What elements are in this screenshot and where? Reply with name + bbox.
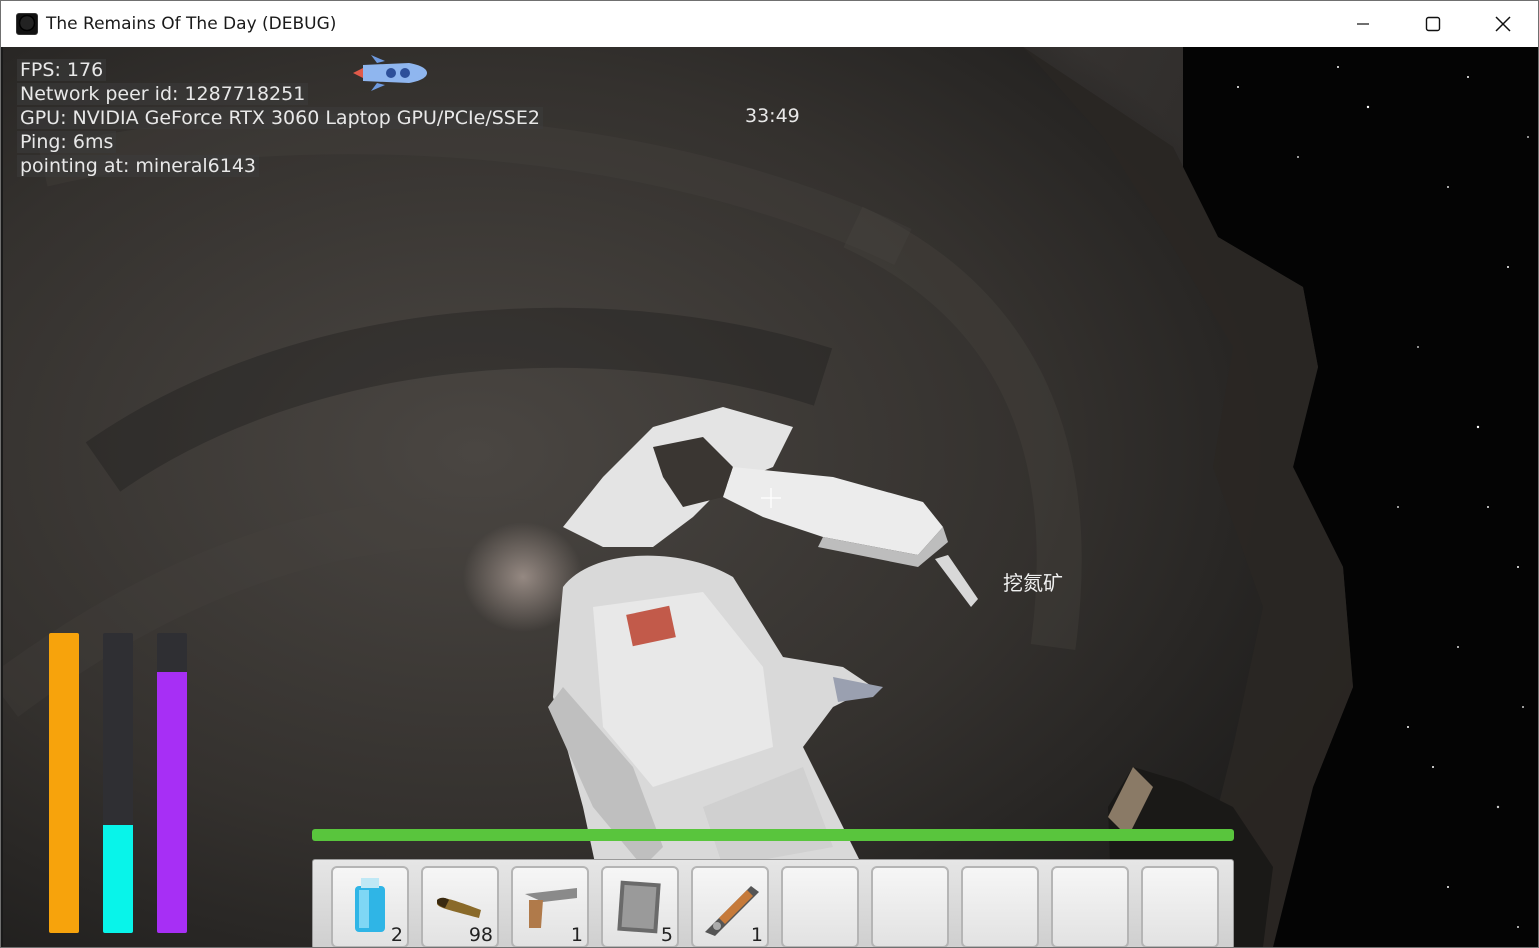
game-viewport[interactable]: FPS: 176 Network peer id: 1287718251 GPU… bbox=[3, 47, 1538, 947]
debug-fps: FPS: 176 bbox=[17, 59, 107, 81]
slot-count: 2 bbox=[390, 924, 403, 946]
debug-peer-id: Network peer id: 1287718251 bbox=[17, 83, 309, 105]
hotbar: 2 98 1 5 1 bbox=[312, 859, 1234, 947]
hotbar-slot-9[interactable] bbox=[1051, 866, 1129, 947]
status-bar-cyan bbox=[103, 633, 133, 933]
title-bar[interactable]: The Remains Of The Day (DEBUG) bbox=[1, 1, 1538, 47]
health-bar bbox=[312, 829, 1234, 841]
debug-ping: Ping: 6ms bbox=[17, 131, 117, 153]
hotbar-slot-2[interactable]: 98 bbox=[421, 866, 499, 947]
minimize-icon bbox=[1357, 23, 1369, 25]
minimize-button[interactable] bbox=[1328, 1, 1398, 47]
close-icon bbox=[1495, 16, 1511, 32]
debug-gpu: GPU: NVIDIA GeForce RTX 3060 Laptop GPU/… bbox=[17, 107, 543, 129]
slot-count: 98 bbox=[468, 924, 493, 946]
app-icon bbox=[16, 13, 38, 35]
slot-count: 1 bbox=[750, 924, 763, 946]
hotbar-slot-7[interactable] bbox=[871, 866, 949, 947]
health-bar-fill bbox=[312, 829, 1234, 841]
maximize-icon bbox=[1425, 16, 1441, 32]
status-bar-cyan-fill bbox=[103, 825, 133, 933]
hotbar-slot-4[interactable]: 5 bbox=[601, 866, 679, 947]
hotbar-slot-10[interactable] bbox=[1141, 866, 1219, 947]
action-prompt: 挖氮矿 bbox=[1003, 571, 1063, 595]
status-bar-purple-fill bbox=[157, 672, 187, 933]
starfield bbox=[1237, 66, 1529, 928]
status-bar-orange-fill bbox=[49, 633, 79, 933]
slot-count: 1 bbox=[570, 924, 583, 946]
window-title: The Remains Of The Day (DEBUG) bbox=[46, 14, 337, 34]
maximize-button[interactable] bbox=[1398, 1, 1468, 47]
close-button[interactable] bbox=[1468, 1, 1538, 47]
rocket-icon bbox=[353, 55, 427, 91]
status-bar-orange bbox=[49, 633, 79, 933]
hotbar-slot-3[interactable]: 1 bbox=[511, 866, 589, 947]
game-timer: 33:49 bbox=[745, 105, 800, 127]
slot-count: 5 bbox=[660, 924, 673, 946]
crosshair-icon bbox=[761, 488, 781, 508]
status-bar-purple bbox=[157, 633, 187, 933]
hotbar-slot-5[interactable]: 1 bbox=[691, 866, 769, 947]
hotbar-slot-8[interactable] bbox=[961, 866, 1039, 947]
hotbar-slot-6[interactable] bbox=[781, 866, 859, 947]
game-window: The Remains Of The Day (DEBUG) FPS: 176 … bbox=[0, 0, 1539, 948]
hotbar-slot-1[interactable]: 2 bbox=[331, 866, 409, 947]
debug-pointing-at: pointing at: mineral6143 bbox=[17, 155, 260, 177]
